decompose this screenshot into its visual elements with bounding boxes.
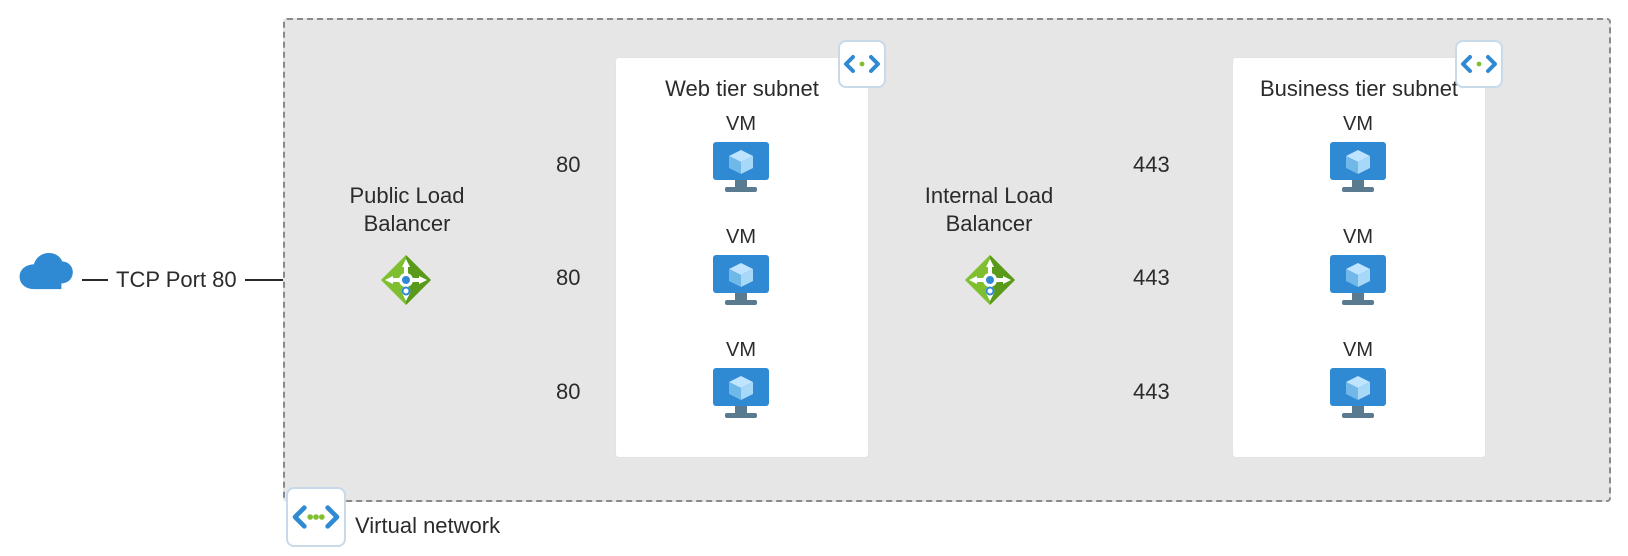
vm-icon (1326, 364, 1390, 420)
internal-port-2: 443 (1133, 265, 1170, 291)
web-vm-3: VM (681, 339, 801, 420)
diagram-canvas: Virtual network TCP Port 80 Public LoadB… (0, 0, 1628, 556)
business-vm-3: VM (1298, 339, 1418, 420)
vm-label: VM (681, 339, 801, 362)
vm-label: VM (681, 226, 801, 249)
vm-label: VM (1298, 113, 1418, 136)
vm-icon (1326, 251, 1390, 307)
web-subnet-title: Web tier subnet (616, 76, 868, 102)
web-vm-2: VM (681, 226, 801, 307)
cloud-icon (10, 247, 80, 295)
web-vm-1: VM (681, 113, 801, 194)
ingress-label: TCP Port 80 (116, 267, 237, 293)
internal-lb-label: Internal LoadBalancer (914, 182, 1064, 237)
vnet-icon (286, 487, 346, 547)
public-port-2: 80 (556, 265, 580, 291)
internal-port-3: 443 (1133, 379, 1170, 405)
vm-icon (709, 138, 773, 194)
business-vm-1: VM (1298, 113, 1418, 194)
subnet-icon (1455, 40, 1503, 88)
business-subnet-title: Business tier subnet (1233, 76, 1485, 102)
load-balancer-icon (379, 253, 433, 307)
public-port-1: 80 (556, 152, 580, 178)
public-port-3: 80 (556, 379, 580, 405)
subnet-icon (838, 40, 886, 88)
public-lb-label: Public LoadBalancer (342, 182, 472, 237)
internal-port-1: 443 (1133, 152, 1170, 178)
virtual-network-label: Virtual network (355, 513, 500, 539)
vm-label: VM (681, 113, 801, 136)
vm-icon (1326, 138, 1390, 194)
business-vm-2: VM (1298, 226, 1418, 307)
vm-icon (709, 364, 773, 420)
vm-icon (709, 251, 773, 307)
vm-label: VM (1298, 226, 1418, 249)
vm-label: VM (1298, 339, 1418, 362)
load-balancer-icon (963, 253, 1017, 307)
